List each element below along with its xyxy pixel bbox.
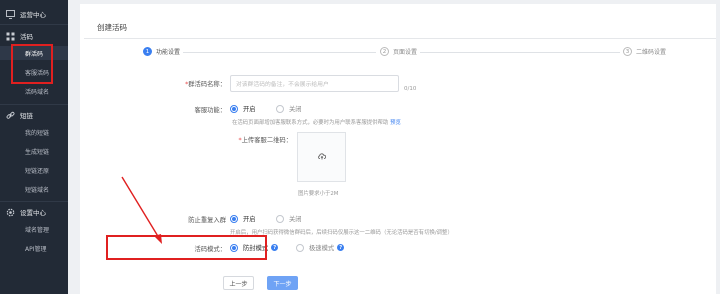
annotation-arrow [121,176,162,244]
